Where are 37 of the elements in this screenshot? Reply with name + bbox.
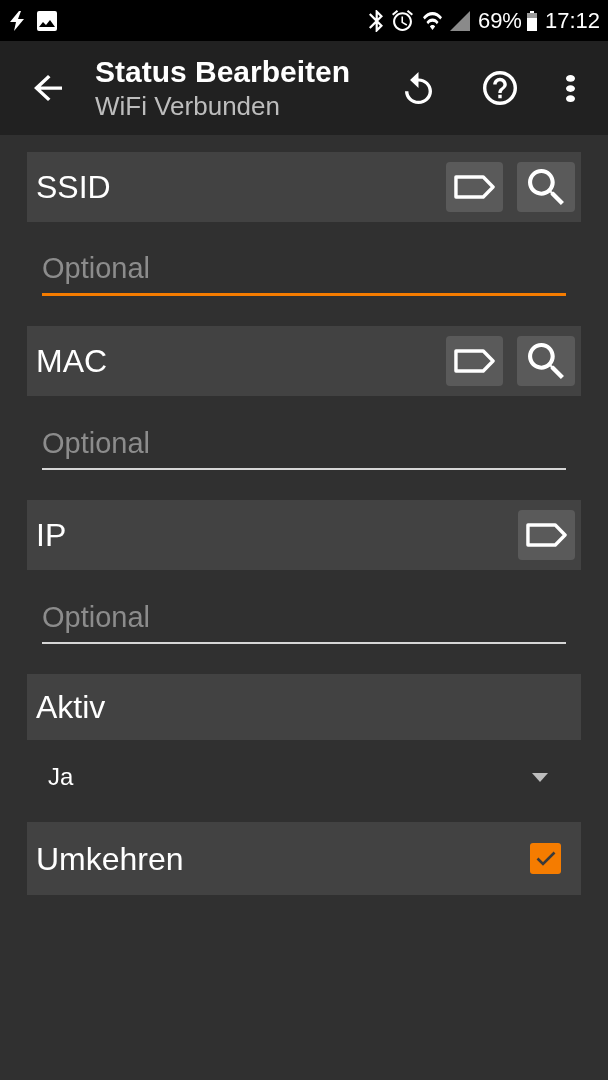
search-icon xyxy=(528,343,564,379)
clock-time: 17:12 xyxy=(544,9,600,32)
field-label: MAC xyxy=(36,345,108,377)
field-label: SSID xyxy=(36,171,111,203)
screen-title: Status Bearbeiten xyxy=(95,54,351,90)
tag-button[interactable] xyxy=(518,510,575,560)
caret-down-icon xyxy=(532,772,548,782)
help-icon[interactable] xyxy=(483,71,517,105)
lightning-icon xyxy=(9,10,25,31)
tag-button[interactable] xyxy=(446,162,503,212)
tag-button[interactable] xyxy=(446,336,503,386)
check-icon xyxy=(535,851,556,866)
battery-icon xyxy=(526,10,537,31)
tag-icon xyxy=(454,349,495,373)
image-icon xyxy=(37,10,57,31)
field-label: IP xyxy=(36,519,67,551)
battery-percent: 69% xyxy=(477,9,522,32)
text-input[interactable]: Optional xyxy=(42,244,566,296)
arrow-left-icon[interactable] xyxy=(34,75,62,101)
search-icon xyxy=(528,169,564,205)
search-button[interactable] xyxy=(517,336,575,386)
tag-icon xyxy=(454,175,495,199)
field-label: Umkehren xyxy=(36,842,184,875)
text-input[interactable]: Optional xyxy=(42,592,566,644)
dropdown[interactable]: Ja xyxy=(27,749,581,805)
circular-arrow-icon[interactable] xyxy=(405,72,432,104)
text-input[interactable]: Optional xyxy=(42,418,566,470)
signal-icon xyxy=(449,10,470,31)
alarm-clock-icon xyxy=(391,10,413,31)
screen-subtitle: WiFi Verbunden xyxy=(95,90,280,122)
bluetooth-icon xyxy=(368,9,383,32)
wifi-icon xyxy=(422,11,442,30)
search-button[interactable] xyxy=(517,162,575,212)
tag-icon xyxy=(526,523,567,547)
menu-icon[interactable] xyxy=(566,74,575,102)
checkbox[interactable] xyxy=(530,843,561,874)
field-label: Aktiv xyxy=(36,691,106,723)
